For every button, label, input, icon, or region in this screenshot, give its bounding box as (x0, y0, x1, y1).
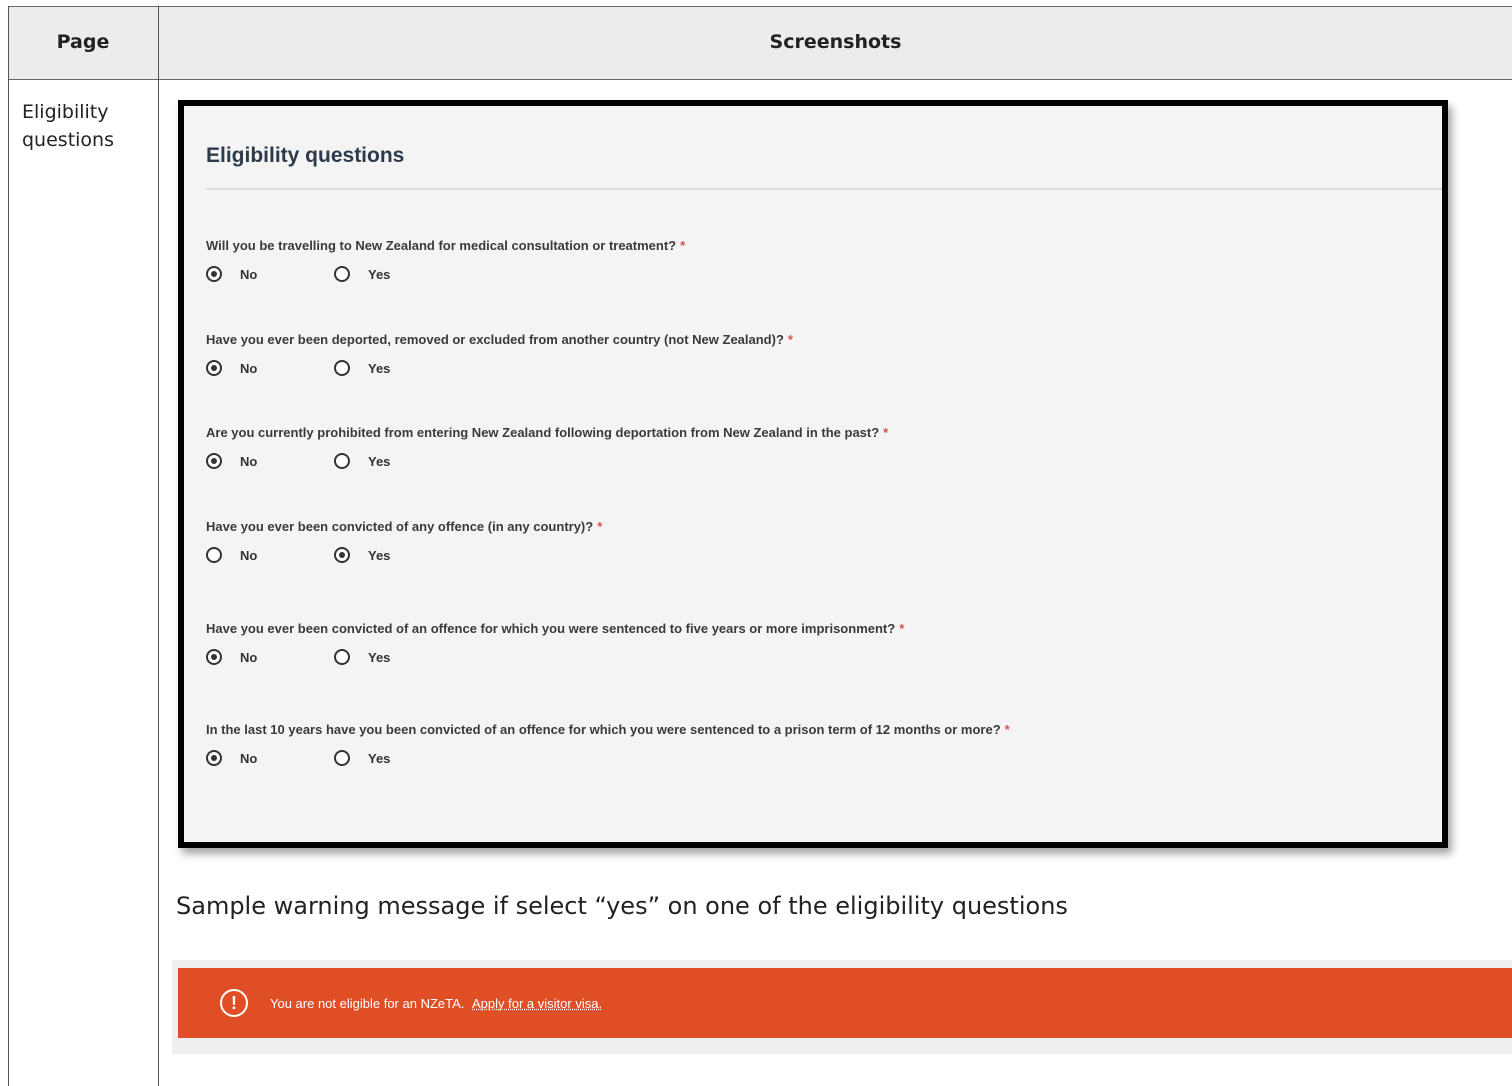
radio-group: No Yes (206, 451, 888, 471)
eligibility-form-screenshot: Eligibility questions Will you be travel… (178, 100, 1448, 848)
option-yes[interactable]: Yes (334, 649, 462, 665)
table-border-left (8, 6, 9, 1086)
option-no[interactable]: No (206, 453, 334, 469)
required-asterisk: * (680, 238, 686, 253)
option-no[interactable]: No (206, 750, 334, 766)
question-2: Have you ever been deported, removed or … (206, 332, 793, 378)
option-yes[interactable]: Yes (334, 453, 462, 469)
radio-group: No Yes (206, 264, 685, 284)
option-no[interactable]: No (206, 266, 334, 282)
option-no[interactable]: No (206, 360, 334, 376)
warning-banner: ! You are not eligible for an NZeTA. App… (178, 968, 1512, 1038)
required-asterisk: * (1004, 722, 1010, 737)
radio-group: No Yes (206, 545, 602, 565)
radio-group: No Yes (206, 647, 904, 667)
required-asterisk: * (787, 332, 793, 347)
required-asterisk: * (883, 425, 889, 440)
form-title: Eligibility questions (206, 144, 405, 167)
radio-yes[interactable] (334, 750, 350, 766)
option-no[interactable]: No (206, 649, 334, 665)
radio-yes[interactable] (334, 360, 350, 376)
option-no-label: No (240, 547, 258, 563)
option-no-label: No (240, 360, 258, 376)
option-yes-label: Yes (368, 649, 391, 665)
option-yes[interactable]: Yes (334, 360, 462, 376)
required-asterisk: * (899, 621, 905, 636)
radio-group: No Yes (206, 358, 793, 378)
apply-visitor-visa-link[interactable]: Apply for a visitor visa. (472, 996, 602, 1011)
radio-yes[interactable] (334, 266, 350, 282)
option-yes[interactable]: Yes (334, 547, 462, 563)
question-1: Will you be travelling to New Zealand fo… (206, 238, 685, 284)
option-no-label: No (240, 649, 258, 665)
question-label: Have you ever been convicted of any offe… (206, 519, 603, 534)
header-page: Page (56, 31, 110, 53)
question-6: In the last 10 years have you been convi… (206, 722, 1010, 768)
question-label: Have you ever been deported, removed or … (206, 332, 793, 347)
warning-message: You are not eligible for an NZeTA. Apply… (270, 996, 602, 1011)
question-4: Have you ever been convicted of any offe… (206, 519, 602, 565)
option-no-label: No (240, 266, 258, 282)
option-yes[interactable]: Yes (334, 266, 462, 282)
radio-group: No Yes (206, 748, 1010, 768)
question-label: In the last 10 years have you been convi… (206, 722, 1010, 737)
question-3: Are you currently prohibited from enteri… (206, 425, 888, 471)
table-border-middle (158, 6, 159, 1086)
radio-yes[interactable] (334, 547, 350, 563)
required-asterisk: * (597, 519, 603, 534)
option-no[interactable]: No (206, 547, 334, 563)
radio-no[interactable] (206, 360, 222, 376)
option-yes-label: Yes (368, 547, 391, 563)
question-label: Are you currently prohibited from enteri… (206, 425, 889, 440)
option-yes-label: Yes (368, 360, 391, 376)
option-yes-label: Yes (368, 750, 391, 766)
option-yes-label: Yes (368, 453, 391, 469)
option-no-label: No (240, 453, 258, 469)
radio-no[interactable] (206, 750, 222, 766)
radio-no[interactable] (206, 453, 222, 469)
radio-no[interactable] (206, 547, 222, 563)
radio-no[interactable] (206, 649, 222, 665)
radio-yes[interactable] (334, 453, 350, 469)
radio-no[interactable] (206, 266, 222, 282)
option-yes[interactable]: Yes (334, 750, 462, 766)
caption: Sample warning message if select “yes” o… (176, 892, 1068, 920)
radio-yes[interactable] (334, 649, 350, 665)
question-label: Have you ever been convicted of an offen… (206, 621, 905, 636)
option-yes-label: Yes (368, 266, 391, 282)
header-screenshots: Screenshots (769, 31, 902, 53)
warning-text: You are not eligible for an NZeTA. (270, 995, 465, 1011)
question-5: Have you ever been convicted of an offen… (206, 621, 904, 667)
question-label: Will you be travelling to New Zealand fo… (206, 238, 686, 253)
title-divider (206, 188, 1442, 190)
option-no-label: No (240, 750, 258, 766)
exclamation-circle-icon: ! (220, 989, 248, 1017)
page-name-cell: Eligibility questions (22, 101, 114, 151)
